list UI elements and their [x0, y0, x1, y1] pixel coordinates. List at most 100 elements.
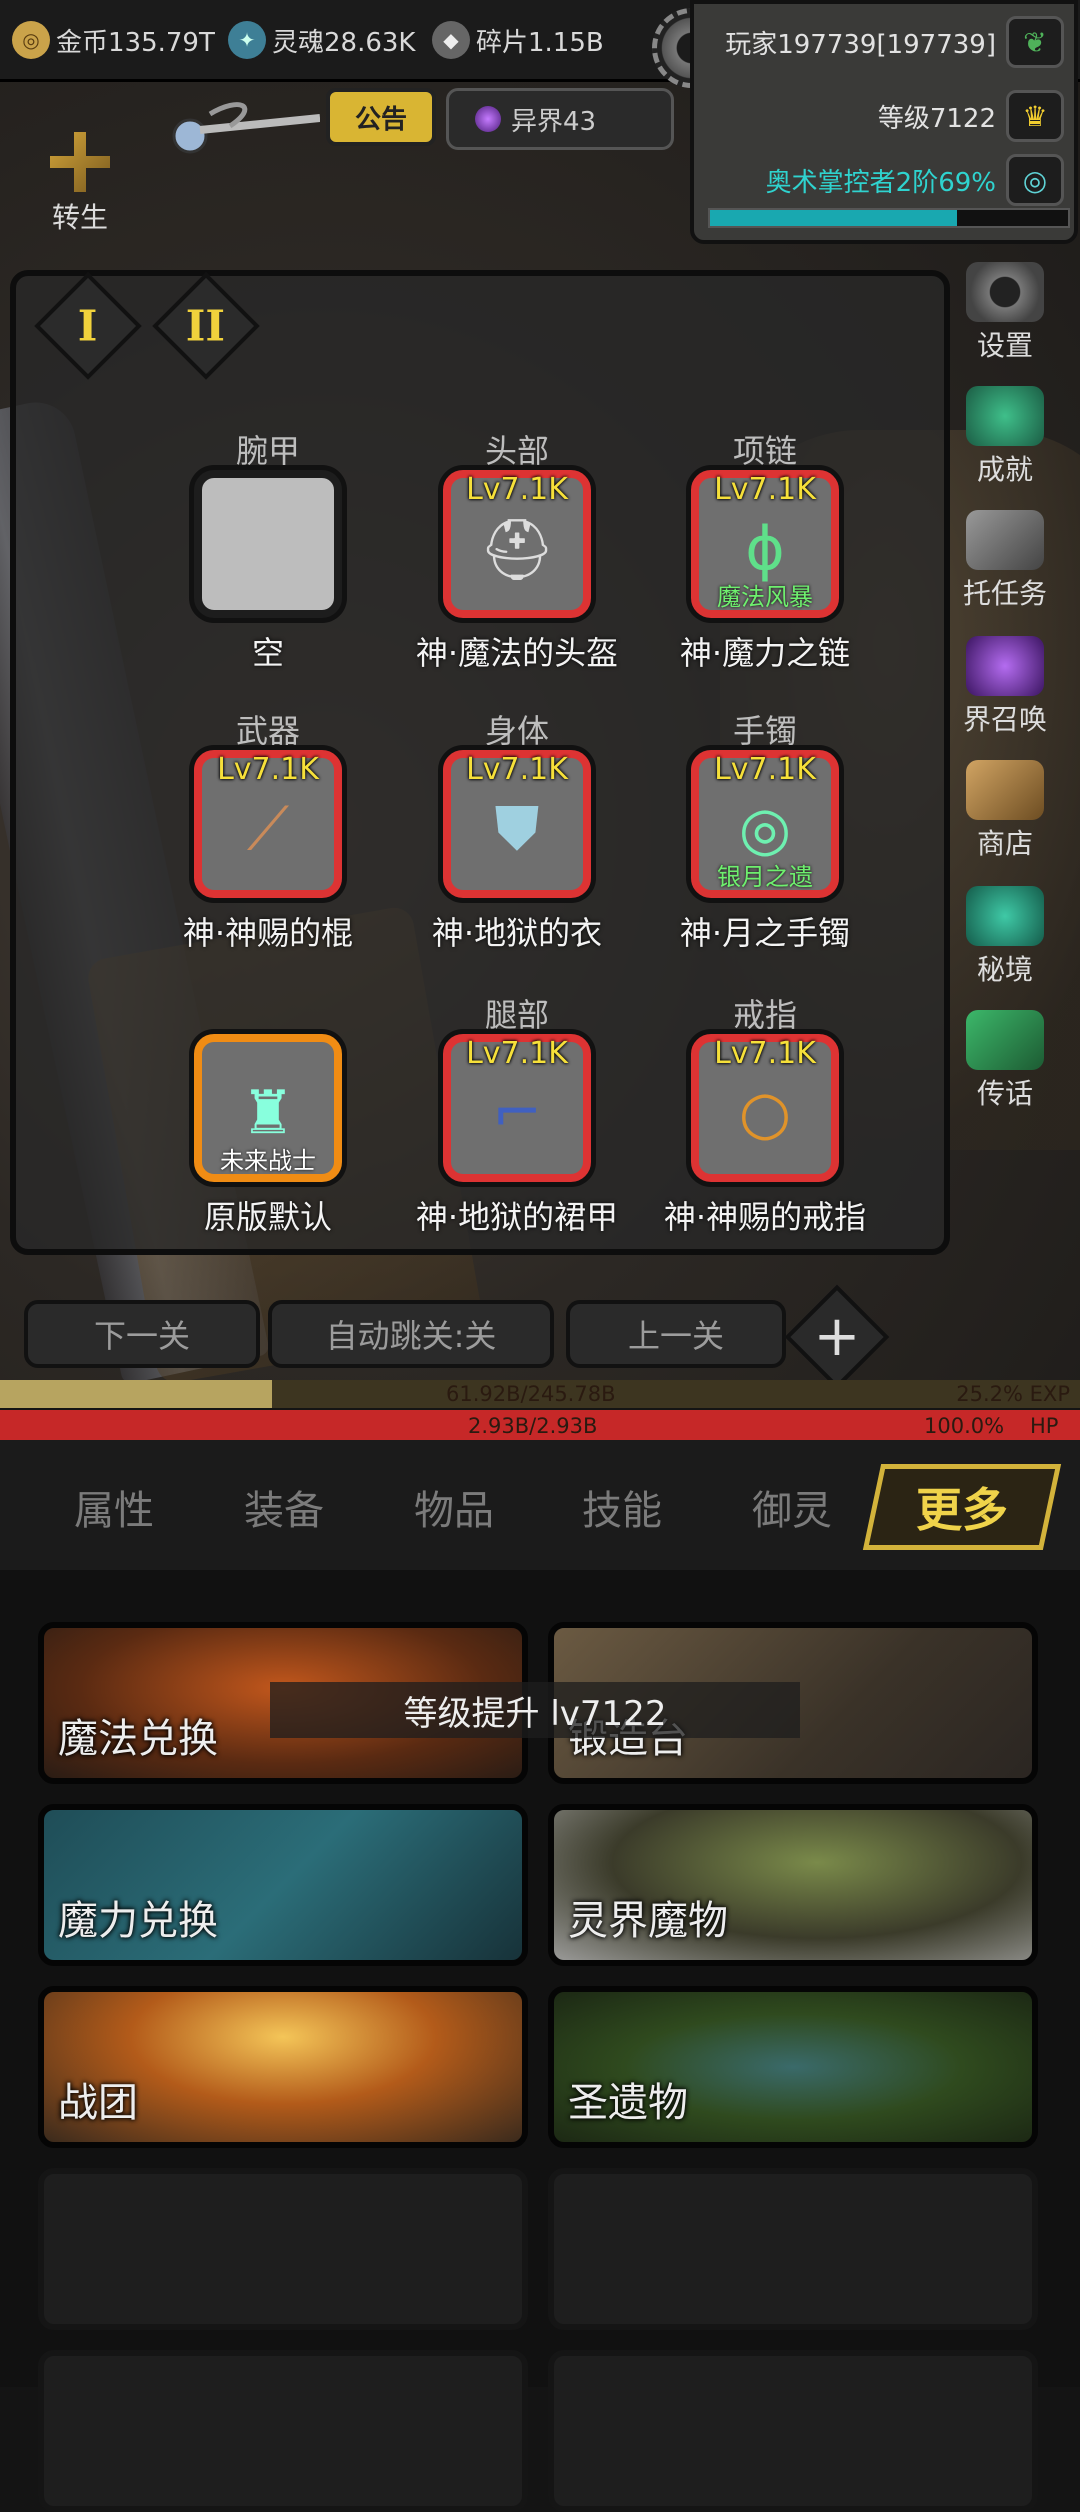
boot-icon: ⌐	[491, 1078, 543, 1148]
menu-secret-realm[interactable]: 秘境	[950, 886, 1060, 988]
crown-icon[interactable]: ♛	[1006, 90, 1064, 142]
slot-item-name: 神·神赐的棍	[182, 914, 354, 952]
item-level: Lv7.1K	[714, 1036, 816, 1071]
slot-frame[interactable]: ◎ Lv7.1K 银月之遗	[691, 750, 839, 898]
slot-frame[interactable]: ♜ 未来战士	[194, 1034, 342, 1182]
slot-frame[interactable]: ϕ Lv7.1K 魔法风暴	[691, 470, 839, 618]
warrior-icon: ♜	[241, 1078, 295, 1148]
next-stage-button[interactable]: 下一关	[24, 1300, 260, 1368]
card-guild[interactable]: 战团	[38, 1986, 528, 2148]
card-mana-exchange[interactable]: 魔力兑换	[38, 1804, 528, 1966]
shard-icon: ◆	[432, 21, 470, 59]
menu-label: 传话	[976, 1077, 1033, 1110]
prev-stage-button[interactable]: 上一关	[566, 1300, 786, 1368]
tab-more[interactable]: 更多	[862, 1464, 1062, 1550]
menu-achievements[interactable]: 成就	[950, 386, 1060, 488]
card-relics[interactable]: 圣遗物	[548, 1986, 1038, 2148]
shards-value: 碎片1.15B	[476, 27, 604, 58]
card-label: 圣遗物	[568, 2080, 688, 2126]
slot-item-name: 原版默认	[203, 1198, 332, 1236]
level-up-toast: 等级提升 lv7122	[270, 1682, 800, 1738]
menu-label: 成就	[976, 453, 1033, 486]
exp-percent: 25.2% EXP	[956, 1382, 1070, 1406]
item-level: Lv7.1K	[466, 472, 568, 507]
slot-category: 武器	[235, 712, 300, 750]
item-level: Lv7.1K	[466, 752, 568, 787]
player-name-row: 玩家197739[197739] ❦	[725, 14, 1064, 70]
gold-counter: ◎ 金币135.79T	[12, 16, 215, 64]
menu-broadcast[interactable]: 传话	[950, 1010, 1060, 1112]
notice-button[interactable]: 公告	[326, 88, 436, 146]
hp-percent: 100.0%	[924, 1414, 1005, 1438]
portal-icon	[475, 106, 501, 132]
bracelet-icon: ◎	[738, 794, 792, 864]
auto-skip-button[interactable]: 自动跳关:关	[268, 1300, 554, 1368]
exp-fill	[0, 1380, 273, 1408]
slot-bracer[interactable]: 腕甲 空	[143, 426, 393, 674]
shards-counter: ◆ 碎片1.15B	[432, 16, 604, 64]
gold-value: 金币135.79T	[56, 27, 215, 58]
gold-coin-icon: ◎	[12, 21, 50, 59]
slot-body[interactable]: 身体 ⛊ Lv7.1K 神·地狱的衣	[392, 706, 642, 954]
menu-label: 托任务	[962, 577, 1047, 610]
settings-gear-icon	[966, 262, 1044, 322]
menu-quests[interactable]: 托任务	[950, 510, 1060, 612]
slot-frame[interactable]: ⛊ Lv7.1K	[443, 750, 591, 898]
slot-category: 腕甲	[235, 432, 300, 470]
tab-items[interactable]: 物品	[414, 1478, 494, 1536]
realm-button[interactable]: 异界43	[446, 88, 674, 150]
card-empty	[38, 2350, 528, 2512]
tab-equipment[interactable]: 装备	[244, 1478, 324, 1536]
necklace-icon: ϕ	[745, 514, 785, 584]
card-empty	[548, 2350, 1038, 2512]
slot-necklace[interactable]: 项链 ϕ Lv7.1K 魔法风暴 神·魔力之链	[640, 426, 890, 674]
spiral-icon[interactable]: ◎	[1006, 154, 1064, 206]
slot-weapon[interactable]: 武器 ⟋ Lv7.1K 神·神赐的棍	[143, 706, 393, 954]
slot-category: 戒指	[732, 996, 797, 1034]
player-level: 等级7122	[877, 103, 996, 134]
slot-frame[interactable]: ⛑ Lv7.1K	[443, 470, 591, 618]
slot-costume[interactable]: ♜ 未来战士 原版默认	[143, 990, 393, 1238]
tab-spirits[interactable]: 御灵	[752, 1478, 832, 1536]
slot-ring[interactable]: 戒指 ○ Lv7.1K 神·神赐的戒指	[640, 990, 890, 1238]
card-empty	[38, 2168, 528, 2330]
player-name: 玩家197739[197739]	[725, 29, 996, 60]
wand-icon[interactable]	[170, 96, 320, 156]
slot-category: 头部	[484, 432, 549, 470]
slot-item-name: 神·月之手镯	[679, 914, 851, 952]
slot-item-name: 神·地狱的裙甲	[415, 1198, 619, 1236]
slot-frame[interactable]	[194, 470, 342, 618]
slot-frame[interactable]: ⌐ Lv7.1K	[443, 1034, 591, 1182]
slot-bracelet[interactable]: 手镯 ◎ Lv7.1K 银月之遗 神·月之手镯	[640, 706, 890, 954]
player-panel: 玩家197739[197739] ❦ 等级7122 ♛ 奥术掌控者2阶69% ◎	[690, 0, 1078, 244]
bag-icon	[966, 760, 1044, 820]
armor-icon: ⛊	[494, 794, 540, 864]
slot-frame[interactable]: ⟋ Lv7.1K	[194, 750, 342, 898]
exp-bar: 61.92B/245.78B 25.2% EXP	[0, 1380, 1080, 1408]
slot-head[interactable]: 头部 ⛑ Lv7.1K 神·魔法的头盔	[392, 426, 642, 674]
slot-frame[interactable]: ○ Lv7.1K	[691, 1034, 839, 1182]
player-class: 奥术掌控者2阶69%	[765, 167, 996, 198]
slot-legs[interactable]: 腿部 ⌐ Lv7.1K 神·地狱的裙甲	[392, 990, 642, 1238]
menu-shop[interactable]: 商店	[950, 760, 1060, 862]
tab-skills[interactable]: 技能	[582, 1478, 662, 1536]
slot-category: 项链	[732, 432, 797, 470]
card-label: 战团	[58, 2080, 138, 2126]
item-level: Lv7.1K	[714, 472, 816, 507]
slot-item-name: 神·神赐的戒指	[663, 1198, 867, 1236]
star-icon	[966, 386, 1044, 446]
rebirth-button[interactable]: 转生	[30, 132, 130, 252]
card-spirit-monsters[interactable]: 灵界魔物	[548, 1804, 1038, 1966]
tab-attributes[interactable]: 属性	[74, 1478, 154, 1536]
bottom-tabs: 属性 装备 物品 技能 御灵 更多	[0, 1440, 1080, 1570]
leaf-icon[interactable]: ❦	[1006, 16, 1064, 68]
item-level: Lv7.1K	[217, 752, 319, 787]
class-progress-fill	[710, 210, 958, 226]
menu-settings[interactable]: 设置	[950, 262, 1060, 364]
hp-bar: 2.93B/2.93B 100.0% HP	[0, 1410, 1080, 1440]
horn-icon	[966, 1010, 1044, 1070]
item-level: Lv7.1K	[466, 1036, 568, 1071]
menu-summon[interactable]: 界召唤	[950, 636, 1060, 738]
item-level: Lv7.1K	[714, 752, 816, 787]
soul-value: 灵魂28.63K	[272, 27, 416, 58]
